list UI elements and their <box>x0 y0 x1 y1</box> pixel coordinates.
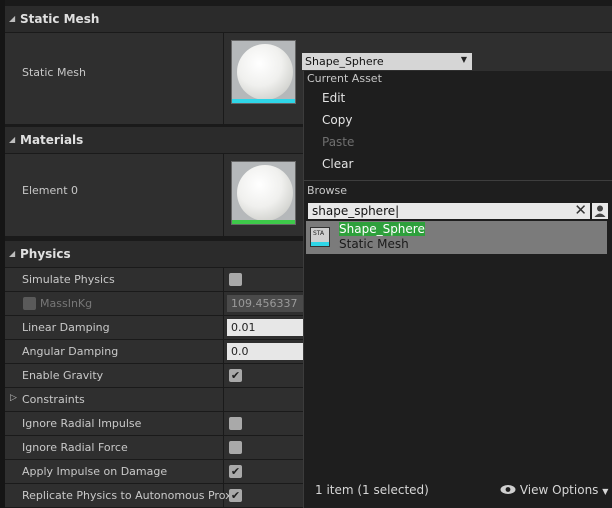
static-mesh-label: Static Mesh <box>22 66 86 79</box>
menu-item-paste[interactable]: Paste <box>322 135 354 149</box>
asset-type-color-bar <box>232 220 295 224</box>
view-options-button[interactable]: View Options ▼ <box>500 483 608 497</box>
expand-arrow-icon[interactable]: ▷ <box>10 393 17 403</box>
asset-name: Shape_Sphere <box>339 222 425 236</box>
menu-item-clear[interactable]: Clear <box>322 157 353 171</box>
angular-damping-label: Angular Damping <box>22 345 119 358</box>
eye-icon <box>500 483 520 497</box>
view-options-label: View Options <box>519 483 599 497</box>
static-mesh-icon: STA <box>310 227 330 247</box>
combo-value: Shape_Sphere <box>305 55 384 68</box>
clear-search-icon[interactable]: ✕ <box>574 201 587 219</box>
static-mesh-section-title: Static Mesh <box>20 12 100 26</box>
apply-impulse-on-damage-checkbox[interactable]: ✔ <box>229 465 242 478</box>
constraints-label: Constraints <box>22 393 85 406</box>
user-icon <box>594 205 606 217</box>
search-text: shape_sphere <box>312 204 396 218</box>
linear-damping-label: Linear Damping <box>22 321 110 334</box>
simulate-physics-checkbox[interactable] <box>229 273 242 286</box>
simulate-physics-label: Simulate Physics <box>22 273 115 286</box>
static-mesh-combo[interactable]: Shape_Sphere ▼ <box>302 53 472 70</box>
item-count: 1 item (1 selected) <box>315 483 429 497</box>
apply-impulse-on-damage-label: Apply Impulse on Damage <box>22 465 168 478</box>
static-mesh-section-header[interactable]: ◢ Static Mesh <box>5 5 612 32</box>
asset-picker-popup: Current Asset Edit Copy Paste Clear Brow… <box>303 71 612 508</box>
browse-header: Browse <box>307 184 348 197</box>
mass-label: MassInKg <box>40 297 93 310</box>
asset-type: Static Mesh <box>339 237 409 251</box>
user-filter-button[interactable] <box>592 203 608 219</box>
mass-field[interactable]: 109.456337 <box>227 295 307 312</box>
sphere-preview-image <box>237 165 293 221</box>
static-mesh-icon-label: STA <box>313 230 325 237</box>
menu-divider <box>304 180 612 181</box>
linear-damping-field[interactable]: 0.01 <box>227 319 307 336</box>
menu-item-copy[interactable]: Copy <box>322 113 352 127</box>
chevron-down-icon: ▼ <box>460 55 467 64</box>
element-0-label-cell: Element 0 <box>5 154 223 236</box>
menu-item-edit[interactable]: Edit <box>322 91 345 105</box>
current-asset-header: Current Asset <box>307 72 382 85</box>
materials-section-title: Materials <box>20 133 84 147</box>
collapse-arrow-icon: ◢ <box>9 14 16 23</box>
chevron-down-icon: ▼ <box>602 487 609 496</box>
enable-gravity-label: Enable Gravity <box>22 369 104 382</box>
collapse-arrow-icon: ◢ <box>9 249 16 258</box>
enable-gravity-checkbox[interactable]: ✔ <box>229 369 242 382</box>
replicate-physics-label: Replicate Physics to Autonomous Proxy <box>22 489 239 502</box>
ignore-radial-impulse-label: Ignore Radial Impulse <box>22 417 142 430</box>
asset-search-input[interactable]: shape_sphere| ✕ <box>308 201 590 219</box>
replicate-physics-checkbox[interactable]: ✔ <box>229 489 242 502</box>
collapse-arrow-icon: ◢ <box>9 135 16 144</box>
element-0-label: Element 0 <box>22 184 79 197</box>
sphere-preview-image <box>237 44 293 100</box>
physics-section-title: Physics <box>20 247 71 261</box>
static-mesh-thumbnail[interactable] <box>231 40 296 104</box>
angular-damping-field[interactable]: 0.0 <box>227 343 307 360</box>
ignore-radial-force-checkbox[interactable] <box>229 441 242 454</box>
asset-type-color-bar <box>232 99 295 103</box>
material-thumbnail[interactable] <box>231 161 296 225</box>
ignore-radial-force-label: Ignore Radial Force <box>22 441 128 454</box>
ignore-radial-impulse-checkbox[interactable] <box>229 417 242 430</box>
asset-list-item[interactable]: STA Shape_Sphere Static Mesh <box>306 221 607 254</box>
mass-override-checkbox[interactable] <box>23 297 36 310</box>
static-mesh-label-cell: Static Mesh <box>5 33 223 124</box>
